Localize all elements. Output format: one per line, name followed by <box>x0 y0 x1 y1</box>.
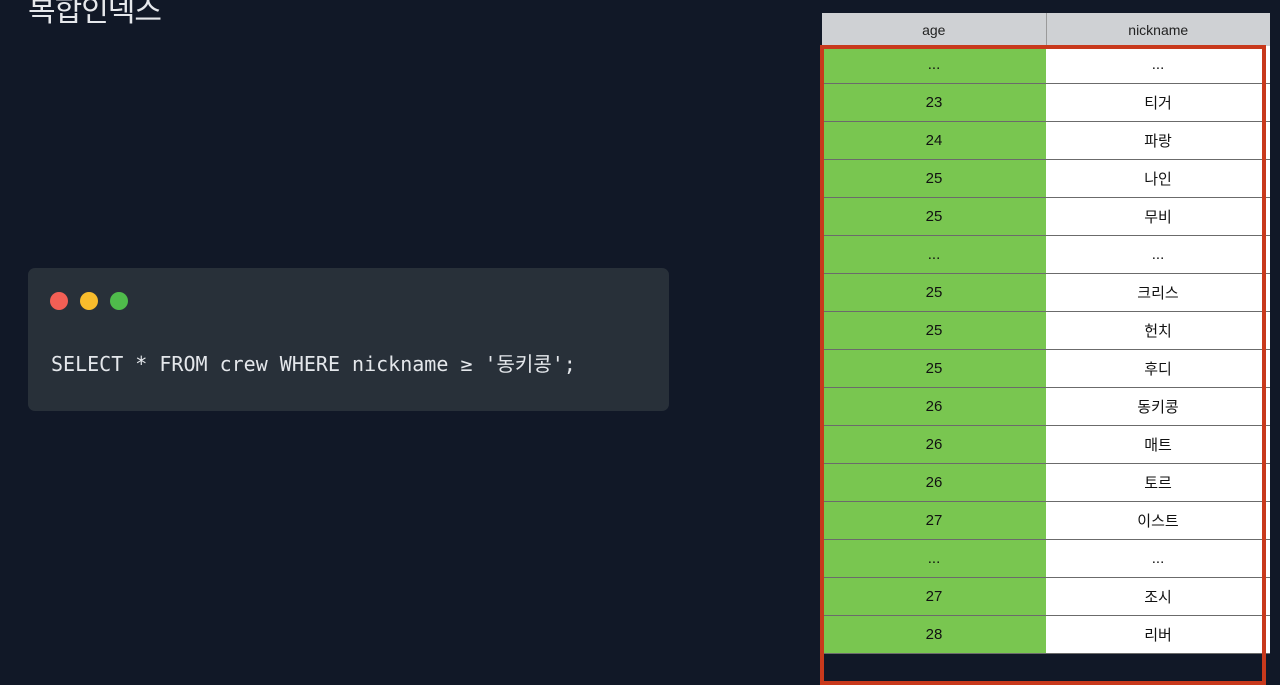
age-cell: 25 <box>822 273 1046 312</box>
table-header-row: age nickname <box>822 13 1270 46</box>
table-row: 25 후디 <box>822 349 1270 388</box>
nickname-cell: 조시 <box>1046 577 1270 616</box>
age-cell: ... <box>822 46 1046 84</box>
close-dot-icon <box>50 292 68 310</box>
age-cell: 24 <box>822 121 1046 160</box>
age-cell: 26 <box>822 425 1046 464</box>
age-cell: 25 <box>822 159 1046 198</box>
code-window: SELECT * FROM crew WHERE nickname ≥ '동키콩… <box>28 268 669 411</box>
table-row: 27 조시 <box>822 577 1270 616</box>
column-header-nickname: nickname <box>1046 13 1270 46</box>
nickname-cell: 헌치 <box>1046 311 1270 350</box>
nickname-cell: 후디 <box>1046 349 1270 388</box>
sql-query: SELECT * FROM crew WHERE nickname ≥ '동키콩… <box>51 352 576 376</box>
age-cell: 25 <box>822 311 1046 350</box>
nickname-cell: 토르 <box>1046 463 1270 502</box>
nickname-cell: ... <box>1046 235 1270 274</box>
age-cell: 25 <box>822 349 1046 388</box>
table-row: 23 티거 <box>822 83 1270 122</box>
table-row: ...... <box>822 235 1270 274</box>
table-row: 26 동키콩 <box>822 387 1270 426</box>
nickname-cell: ... <box>1046 539 1270 578</box>
table-row: 27 이스트 <box>822 501 1270 540</box>
age-cell: 27 <box>822 501 1046 540</box>
table-row: 25 크리스 <box>822 273 1270 312</box>
age-cell: ... <box>822 235 1046 274</box>
window-controls <box>50 292 128 310</box>
nickname-cell: 무비 <box>1046 197 1270 236</box>
age-cell: 28 <box>822 615 1046 654</box>
nickname-cell: 이스트 <box>1046 501 1270 540</box>
age-cell: ... <box>822 539 1046 578</box>
nickname-cell: 파랑 <box>1046 121 1270 160</box>
age-cell: 27 <box>822 577 1046 616</box>
slide-title: 복합인덱스 <box>28 0 162 29</box>
nickname-cell: 동키콩 <box>1046 387 1270 426</box>
table-row: ...... <box>822 46 1270 84</box>
nickname-cell: 리버 <box>1046 615 1270 654</box>
age-cell: 26 <box>822 463 1046 502</box>
nickname-cell: 나인 <box>1046 159 1270 198</box>
column-header-age: age <box>822 13 1047 46</box>
table-row: 25 무비 <box>822 197 1270 236</box>
age-cell: 25 <box>822 197 1046 236</box>
table-row: 24 파랑 <box>822 121 1270 160</box>
age-cell: 26 <box>822 387 1046 426</box>
index-table: age nickname ...... 23 티거 24 파랑 25 나인 25 무비 … <box>822 13 1270 654</box>
table-row: 26 토르 <box>822 463 1270 502</box>
age-cell: 23 <box>822 83 1046 122</box>
table-row: 25 헌치 <box>822 311 1270 350</box>
maximize-dot-icon <box>110 292 128 310</box>
table-row: 26 매트 <box>822 425 1270 464</box>
nickname-cell: 매트 <box>1046 425 1270 464</box>
table-row: 28 리버 <box>822 615 1270 654</box>
table-row: ...... <box>822 539 1270 578</box>
table-row: 25 나인 <box>822 159 1270 198</box>
nickname-cell: 티거 <box>1046 83 1270 122</box>
minimize-dot-icon <box>80 292 98 310</box>
nickname-cell: 크리스 <box>1046 273 1270 312</box>
nickname-cell: ... <box>1046 46 1270 84</box>
